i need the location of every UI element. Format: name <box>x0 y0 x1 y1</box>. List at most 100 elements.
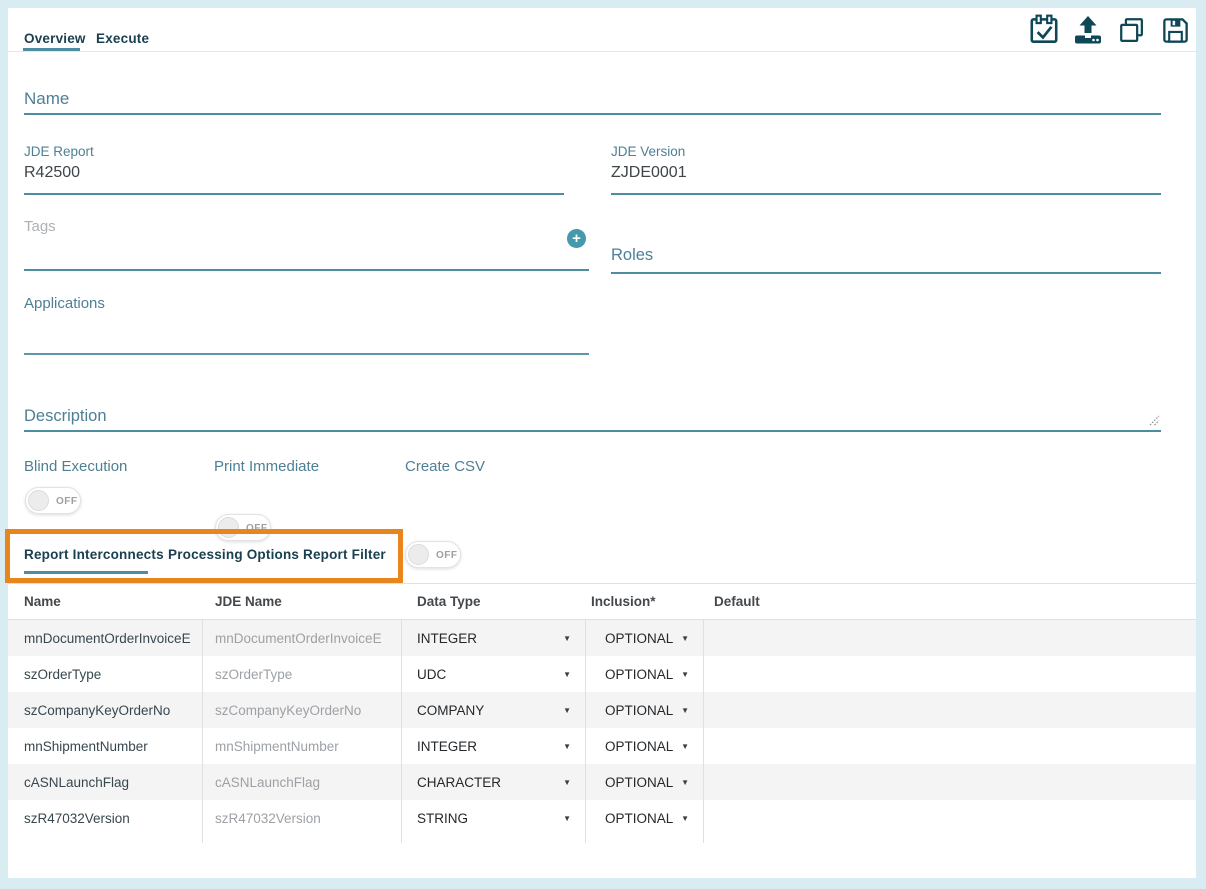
tags-underline <box>24 269 589 271</box>
cell-name: szOrderType <box>8 656 203 692</box>
schedule-button[interactable] <box>1026 12 1062 48</box>
default-input[interactable] <box>704 656 1196 692</box>
roles-underline <box>611 272 1161 274</box>
default-input[interactable] <box>704 692 1196 728</box>
data-type-value: STRING <box>417 811 468 826</box>
inclusion-select[interactable]: OPTIONAL ▼ <box>586 800 704 836</box>
data-type-select[interactable]: STRING▼ <box>402 800 586 836</box>
chevron-down-icon: ▼ <box>681 742 689 751</box>
data-type-value: COMPANY <box>417 703 484 718</box>
default-input[interactable] <box>704 620 1196 656</box>
data-type-select[interactable]: INTEGER ▼ <box>402 728 586 764</box>
data-type-value: INTEGER <box>417 631 477 646</box>
cell-jde-name: mnShipmentNumber <box>203 728 402 764</box>
table-row: szOrderType szOrderType UDC ▼ OPTIONAL ▼ <box>8 656 1196 692</box>
chevron-down-icon: ▼ <box>681 634 689 643</box>
toggle-knob <box>408 544 429 565</box>
topbar-divider <box>8 51 1196 52</box>
data-type-select[interactable]: COMPANY▼ <box>402 692 586 728</box>
duplicate-button[interactable] <box>1114 13 1150 49</box>
inclusion-select[interactable]: OPTIONAL ▼ <box>586 728 704 764</box>
default-input[interactable] <box>704 764 1196 800</box>
cell-jde-name: mnDocumentOrderInvoiceE <box>203 620 402 656</box>
jde-version-label: JDE Version <box>611 144 685 159</box>
cell-name: szCompanyKeyOrderNo <box>8 692 203 728</box>
tab-processing-options[interactable]: Processing Options <box>168 547 299 562</box>
chevron-down-icon: ▼ <box>681 670 689 679</box>
inclusion-value: OPTIONAL <box>605 811 673 826</box>
cell-name: mnShipmentNumber <box>8 728 203 764</box>
upload-icon <box>1072 14 1104 46</box>
blind-execution-toggle[interactable]: OFF <box>25 487 81 514</box>
cell-jde-name: szR47032Version <box>203 800 402 836</box>
inclusion-select[interactable]: OPTIONAL ▼ <box>586 620 704 656</box>
resize-handle-icon[interactable] <box>1148 414 1161 427</box>
create-csv-toggle[interactable]: OFF <box>405 541 461 568</box>
copy-icon <box>1117 16 1147 46</box>
inclusion-select[interactable]: OPTIONAL ▼ <box>586 764 704 800</box>
tags-input[interactable]: Tags <box>24 218 56 235</box>
table-row: mnShipmentNumber mnShipmentNumber INTEGE… <box>8 728 1196 764</box>
column-header-inclusion: Inclusion* <box>586 594 704 609</box>
inclusion-value: OPTIONAL <box>605 667 673 682</box>
upload-button[interactable] <box>1070 12 1106 48</box>
cell-name: cASNLaunchFlag <box>8 764 203 800</box>
jde-report-underline <box>24 193 564 195</box>
column-header-name: Name <box>8 594 203 609</box>
save-button[interactable] <box>1157 12 1193 48</box>
column-header-data-type: Data Type <box>402 594 586 609</box>
jde-version-input[interactable]: ZJDE0001 <box>611 164 687 182</box>
cell-name: mnDocumentOrderInvoiceE <box>8 620 203 656</box>
table-bottom-strip <box>8 836 1196 843</box>
inclusion-value: OPTIONAL <box>605 739 673 754</box>
column-header-jde-name: JDE Name <box>203 594 402 609</box>
inclusion-value: OPTIONAL <box>605 631 673 646</box>
inclusion-select[interactable]: OPTIONAL▼ <box>586 692 704 728</box>
chevron-down-icon: ▼ <box>563 634 571 643</box>
jde-report-label: JDE Report <box>24 144 94 159</box>
tab-report-interconnects[interactable]: Report Interconnects <box>24 547 164 562</box>
roles-input[interactable]: Roles <box>611 246 653 265</box>
create-csv-label: Create CSV <box>405 458 485 475</box>
save-icon <box>1160 15 1191 46</box>
tab-execute[interactable]: Execute <box>96 31 149 46</box>
jde-version-underline <box>611 193 1161 195</box>
inclusion-value: OPTIONAL <box>605 775 673 790</box>
cell-jde-name: szOrderType <box>203 656 402 692</box>
applications-input[interactable]: Applications <box>24 295 105 312</box>
chevron-down-icon: ▼ <box>563 742 571 751</box>
table-row: szR47032Version szR47032Version STRING▼ … <box>8 800 1196 836</box>
inclusion-select[interactable]: OPTIONAL ▼ <box>586 656 704 692</box>
name-input[interactable]: Name <box>24 89 69 109</box>
print-immediate-label: Print Immediate <box>214 458 319 475</box>
data-type-value: INTEGER <box>417 739 477 754</box>
chevron-down-icon: ▼ <box>681 778 689 787</box>
toggle-knob <box>28 490 49 511</box>
active-section-tab-underline <box>24 571 148 574</box>
default-input[interactable] <box>704 800 1196 836</box>
toggle-state-label: OFF <box>436 550 458 561</box>
data-type-select[interactable]: UDC ▼ <box>402 656 586 692</box>
data-type-value: CHARACTER <box>417 775 501 790</box>
print-immediate-toggle[interactable]: OFF <box>215 514 271 541</box>
description-textarea[interactable]: Description <box>24 407 107 426</box>
jde-report-input[interactable]: R42500 <box>24 164 80 182</box>
blind-execution-label: Blind Execution <box>24 458 127 475</box>
tab-overview[interactable]: Overview <box>24 31 86 46</box>
data-type-select[interactable]: INTEGER ▼ <box>402 620 586 656</box>
name-underline <box>24 113 1161 115</box>
tab-report-filter[interactable]: Report Filter <box>303 547 386 562</box>
default-input[interactable] <box>704 728 1196 764</box>
table-header-row: Name JDE Name Data Type Inclusion* Defau… <box>8 584 1196 620</box>
table-row: szCompanyKeyOrderNo szCompanyKeyOrderNo … <box>8 692 1196 728</box>
data-type-value: UDC <box>417 667 446 682</box>
description-underline <box>24 430 1161 432</box>
chevron-down-icon: ▼ <box>563 670 571 679</box>
toggle-knob <box>218 517 239 538</box>
data-type-select[interactable]: CHARACTER ▼ <box>402 764 586 800</box>
chevron-down-icon: ▼ <box>681 814 689 823</box>
add-tag-button[interactable]: + <box>567 229 586 248</box>
calendar-check-icon <box>1027 13 1061 47</box>
chevron-down-icon: ▼ <box>563 778 571 787</box>
inclusion-value: OPTIONAL <box>605 703 673 718</box>
